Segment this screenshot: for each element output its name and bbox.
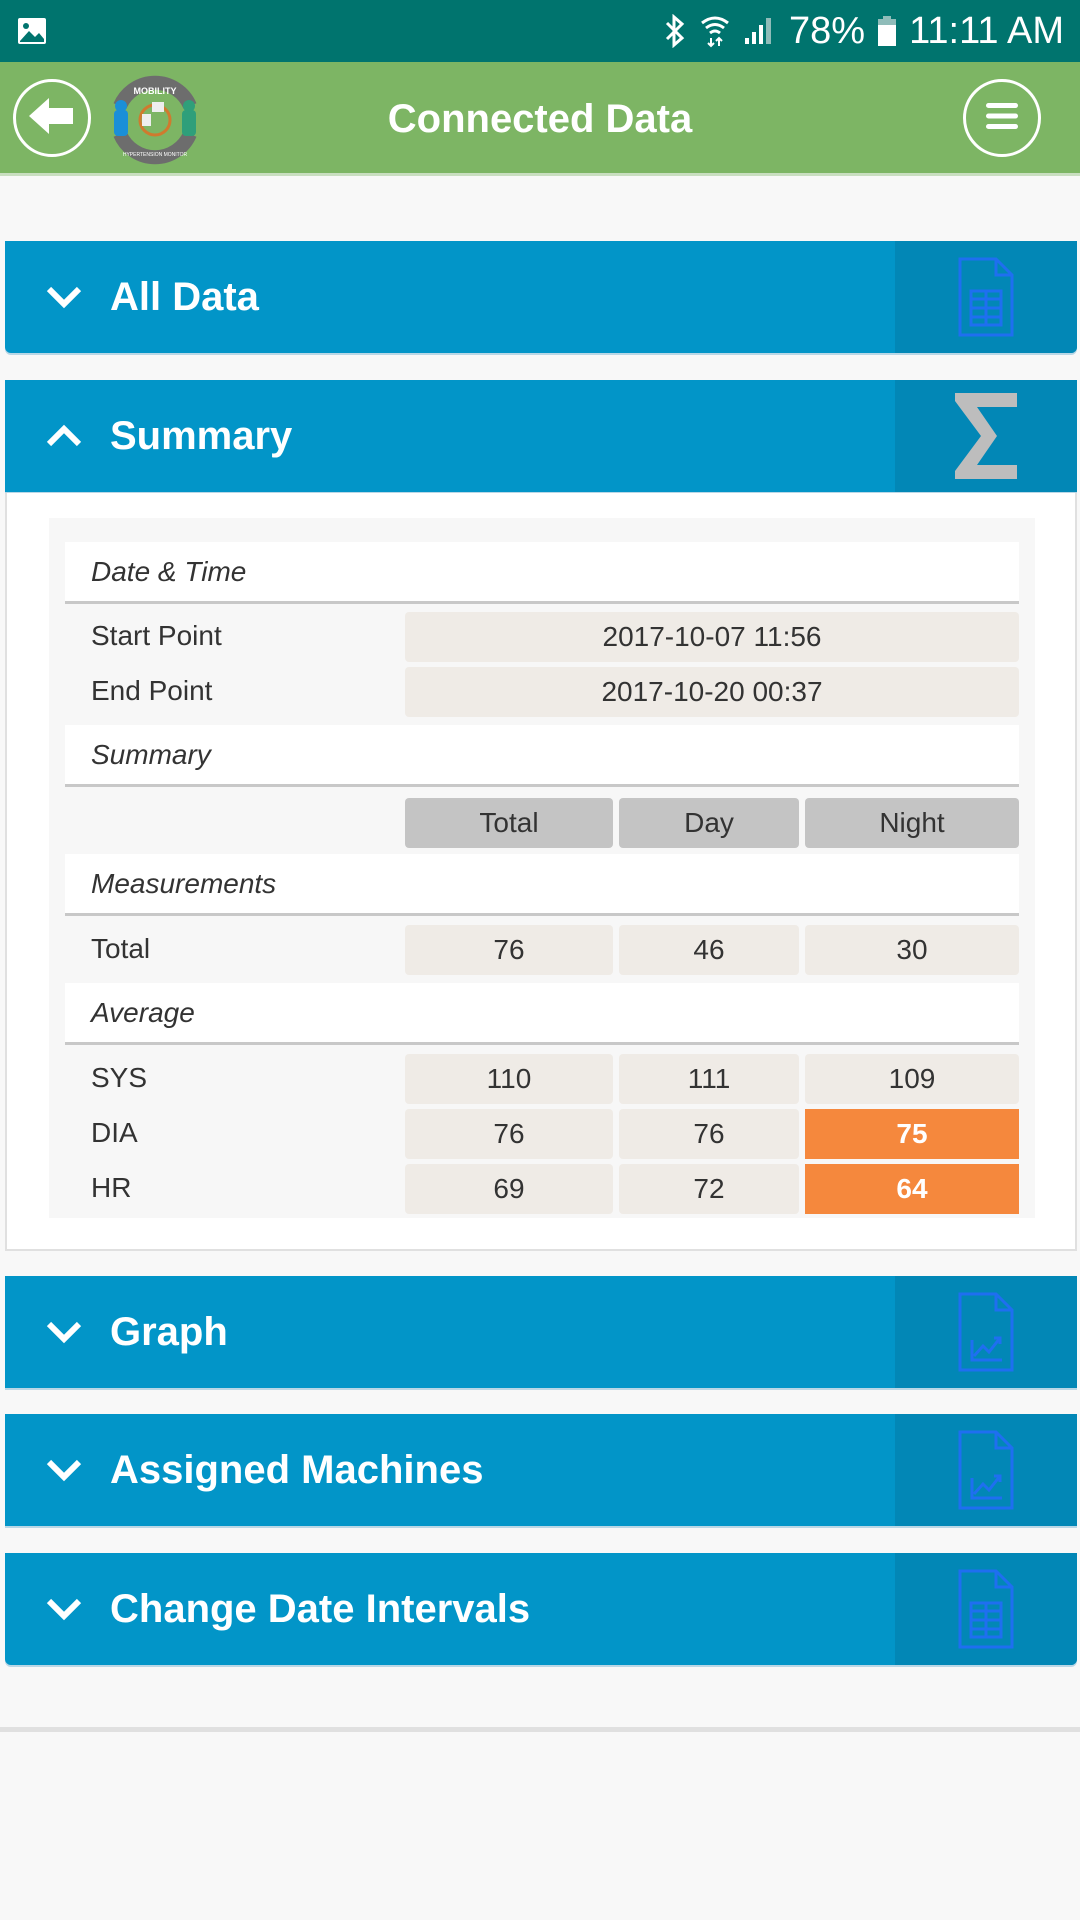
sys-day: 111 — [619, 1054, 799, 1104]
spreadsheet-file-icon — [895, 241, 1077, 353]
chart-file-icon — [895, 1414, 1077, 1526]
app-bar: MOBILITY HYPERTENSION MONITOR Connected … — [0, 62, 1080, 176]
section-graph[interactable]: Graph — [5, 1276, 1077, 1388]
status-bar: 78% 11:11 AM — [0, 0, 1080, 62]
sys-total: 110 — [405, 1054, 613, 1104]
section-label: Change Date Intervals — [110, 1586, 531, 1631]
wifi-icon — [699, 14, 731, 48]
chevron-up-icon — [39, 380, 89, 492]
start-point-value: 2017-10-07 11:56 — [405, 612, 1019, 662]
sys-night: 109 — [805, 1054, 1019, 1104]
battery-percent: 78% — [789, 9, 866, 52]
clock: 11:11 AM — [909, 9, 1064, 52]
chevron-down-icon — [39, 1414, 89, 1526]
dia-label: DIA — [91, 1117, 138, 1148]
hr-total: 69 — [405, 1164, 613, 1214]
section-assigned-machines[interactable]: Assigned Machines — [5, 1414, 1077, 1526]
signal-icon — [743, 16, 777, 46]
column-header-night: Night — [805, 798, 1019, 848]
section-label: Assigned Machines — [110, 1447, 484, 1492]
app-logo: MOBILITY HYPERTENSION MONITOR — [100, 70, 210, 170]
section-all-data[interactable]: All Data — [5, 241, 1077, 353]
bluetooth-icon — [663, 14, 687, 48]
hr-day: 72 — [619, 1164, 799, 1214]
measurements-total-day: 46 — [619, 925, 799, 975]
chevron-down-icon — [39, 1553, 89, 1665]
spreadsheet-file-icon — [895, 1553, 1077, 1665]
end-point-label: End Point — [91, 675, 213, 706]
section-change-date-intervals[interactable]: Change Date Intervals — [5, 1553, 1077, 1665]
chevron-down-icon — [39, 241, 89, 353]
end-point-value: 2017-10-20 00:37 — [405, 667, 1019, 717]
sys-label: SYS — [91, 1062, 148, 1093]
summary-table: Date & Time Start Point 2017-10-07 11:56… — [49, 518, 1035, 1218]
date-time-heading: Date & Time — [65, 542, 1019, 604]
hr-label: HR — [91, 1172, 132, 1203]
column-header-total: Total — [405, 798, 613, 848]
section-label: Graph — [110, 1309, 228, 1354]
section-label: All Data — [110, 274, 259, 319]
divider — [0, 1727, 1080, 1732]
back-button[interactable] — [13, 79, 91, 157]
section-summary[interactable]: Summary — [5, 380, 1077, 492]
menu-button[interactable] — [963, 79, 1041, 157]
logo-bottom-text: HYPERTENSION MONITOR — [123, 152, 188, 158]
summary-heading: Summary — [65, 725, 1019, 787]
logo-top-text: MOBILITY — [134, 86, 177, 96]
section-label: Summary — [110, 413, 293, 458]
start-point-label: Start Point — [91, 620, 222, 651]
dia-day: 76 — [619, 1109, 799, 1159]
image-notification-icon — [16, 15, 48, 47]
summary-panel: Date & Time Start Point 2017-10-07 11:56… — [5, 493, 1077, 1251]
battery-icon — [877, 15, 897, 47]
hamburger-menu-icon — [984, 101, 1020, 136]
sigma-icon — [895, 380, 1077, 492]
hr-night-alert: 64 — [805, 1164, 1019, 1214]
measurements-heading: Measurements — [65, 854, 1019, 916]
measurements-total-all: 76 — [405, 925, 613, 975]
chart-file-icon — [895, 1276, 1077, 1388]
column-header-day: Day — [619, 798, 799, 848]
average-heading: Average — [65, 983, 1019, 1045]
arrow-left-icon — [27, 96, 77, 141]
dia-total: 76 — [405, 1109, 613, 1159]
measurements-total-night: 30 — [805, 925, 1019, 975]
dia-night-alert: 75 — [805, 1109, 1019, 1159]
measurements-total-label: Total — [91, 933, 151, 964]
chevron-down-icon — [39, 1276, 89, 1388]
